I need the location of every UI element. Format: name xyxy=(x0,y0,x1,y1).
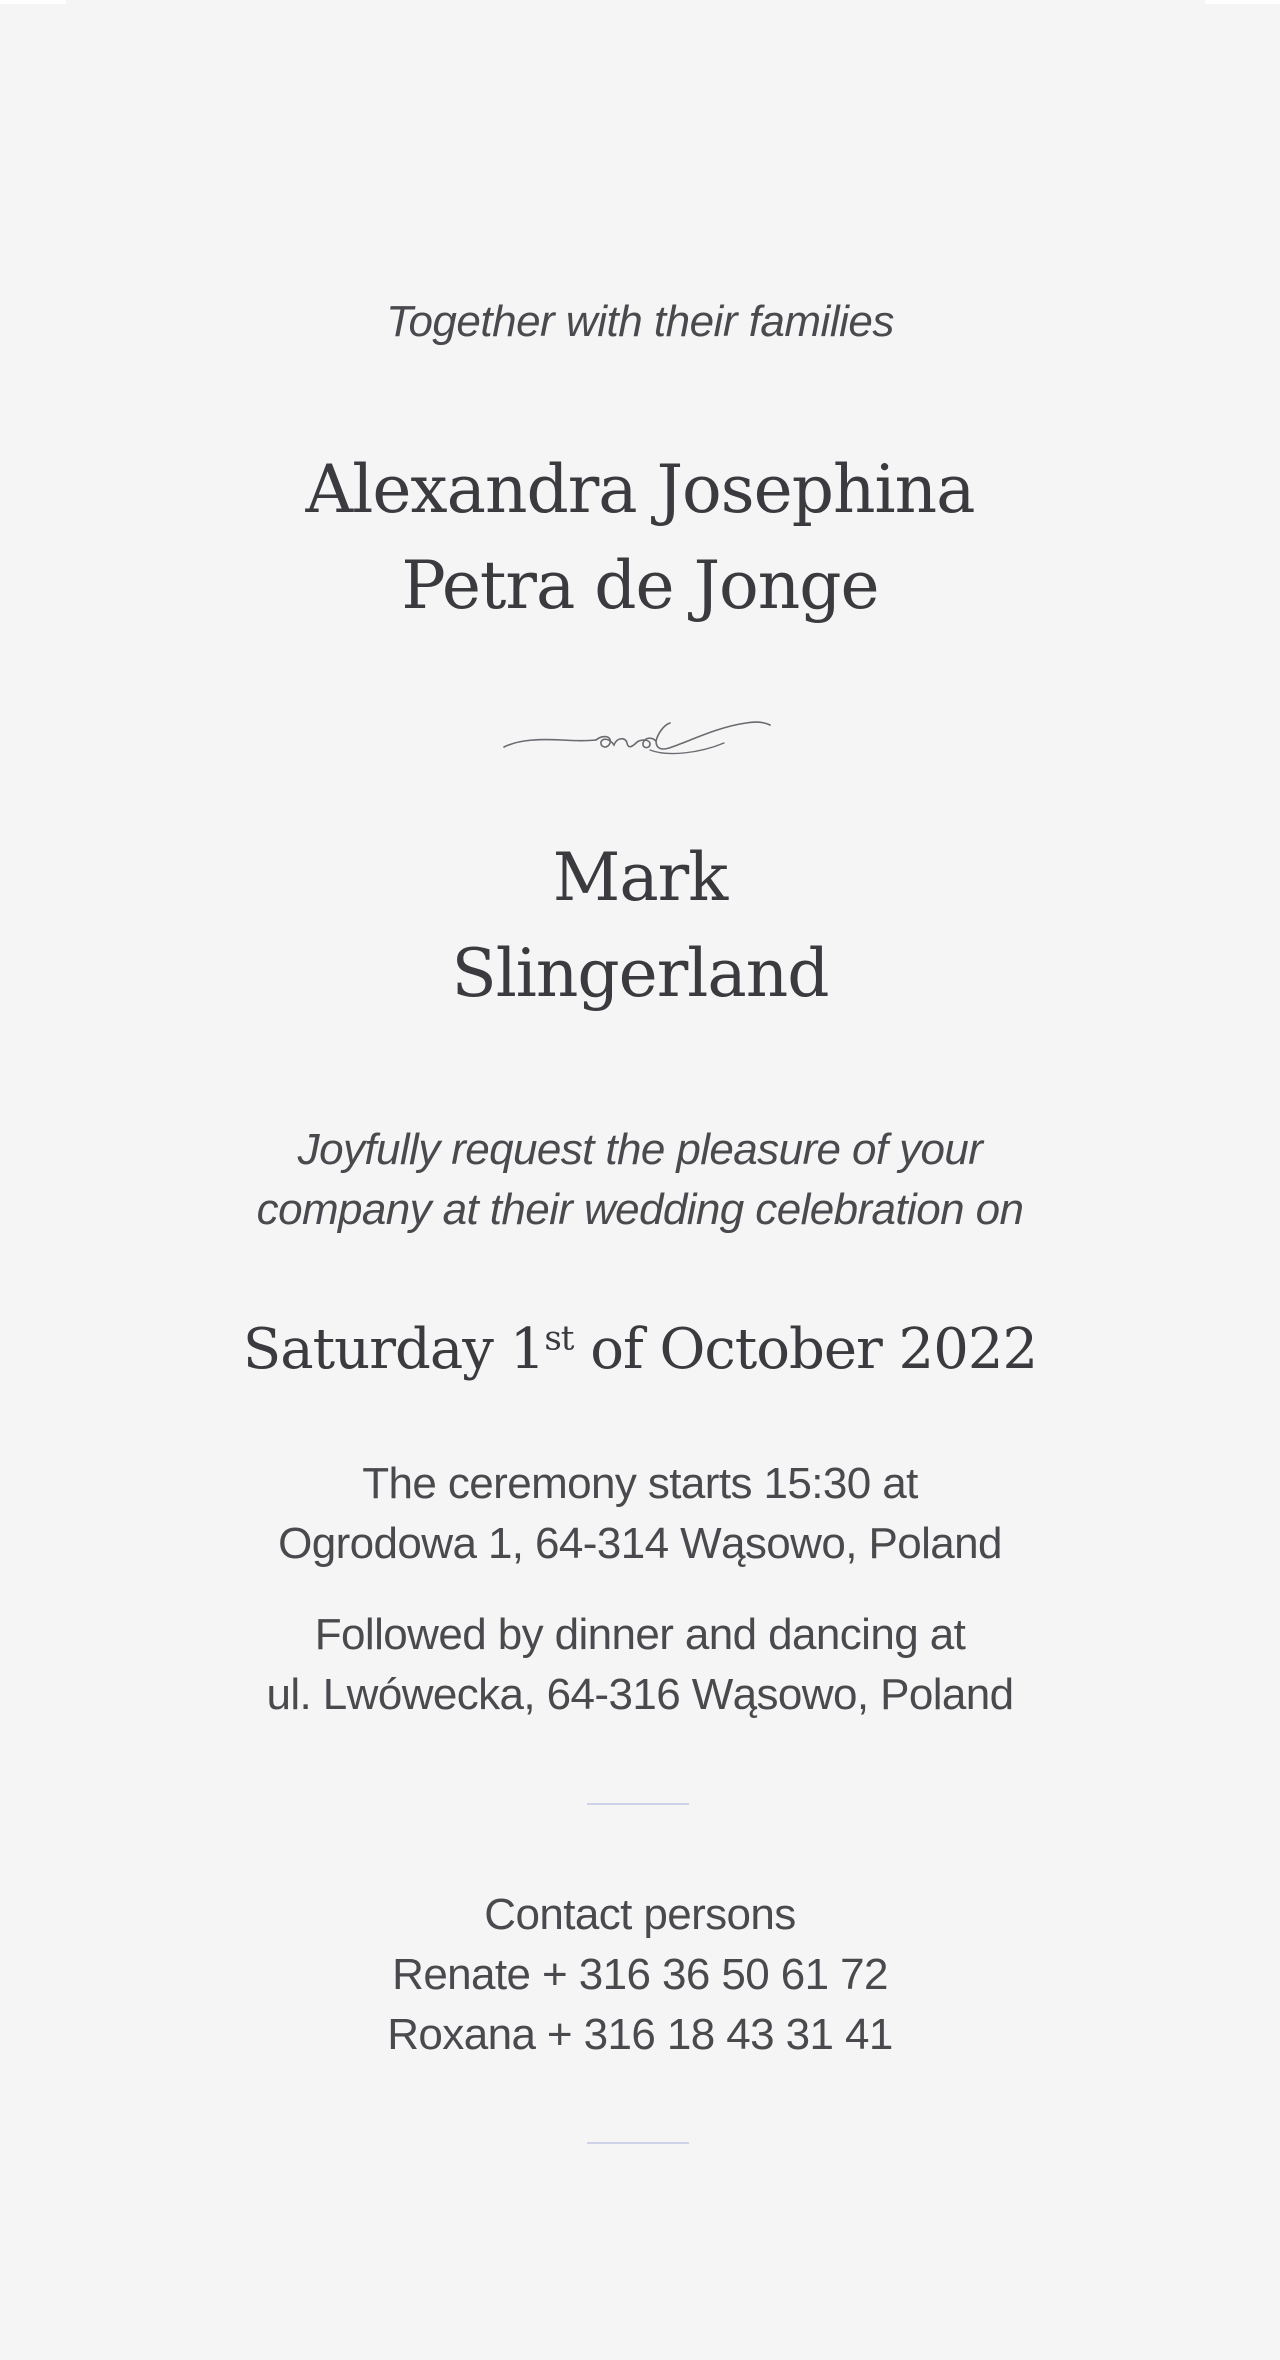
divider-line-bottom xyxy=(587,2142,689,2144)
bride-name: Alexandra Josephina Petra de Jonge xyxy=(0,442,1280,634)
date-rest: of October 2022 xyxy=(590,1317,1038,1382)
request-text: Joyfully request the pleasure of your co… xyxy=(0,1120,1280,1240)
wedding-date: Saturday 1st of October 2022 xyxy=(0,1310,1280,1390)
ceremony-address: Ogrodowa 1, 64-314 Wąsowo, Poland xyxy=(278,1519,1002,1568)
ceremony-details: The ceremony starts 15:30 at Ogrodowa 1,… xyxy=(0,1454,1280,1574)
groom-name: Mark Slingerland xyxy=(0,830,1280,1022)
request-line-2: company at their wedding celebration on xyxy=(256,1185,1024,1234)
contact-person-renate: Renate + 316 36 50 61 72 xyxy=(392,1950,888,1999)
contact-person-roxana: Roxana + 316 18 43 31 41 xyxy=(387,2010,893,2059)
request-line-1: Joyfully request the pleasure of your xyxy=(297,1125,983,1174)
date-weekday: Saturday xyxy=(242,1317,494,1382)
ceremony-line-1: The ceremony starts 15:30 at xyxy=(362,1459,918,1508)
wedding-invitation-card: Together with their families Alexandra J… xyxy=(0,0,1280,2360)
contact-heading: Contact persons xyxy=(484,1890,796,1939)
bride-name-line-2: Petra de Jonge xyxy=(401,547,879,624)
dinner-address: ul. Lwówecka, 64-316 Wąsowo, Poland xyxy=(266,1670,1015,1719)
and-script-flourish: and xyxy=(503,721,771,755)
dinner-line-1: Followed by dinner and dancing at xyxy=(314,1610,966,1659)
divider-line xyxy=(587,1803,689,1805)
contact-section: Contact persons Renate + 316 36 50 61 72… xyxy=(0,1885,1280,2065)
date-day: 1st xyxy=(509,1317,575,1382)
dinner-details: Followed by dinner and dancing at ul. Lw… xyxy=(0,1605,1280,1725)
date-day-number: 1 xyxy=(509,1317,546,1382)
groom-name-line-1: Mark xyxy=(552,839,728,916)
intro-text: Together with their families xyxy=(386,297,894,346)
bride-name-line-1: Alexandra Josephina xyxy=(305,451,976,528)
groom-name-line-2: Slingerland xyxy=(451,935,829,1012)
date-ordinal: st xyxy=(544,1318,574,1359)
